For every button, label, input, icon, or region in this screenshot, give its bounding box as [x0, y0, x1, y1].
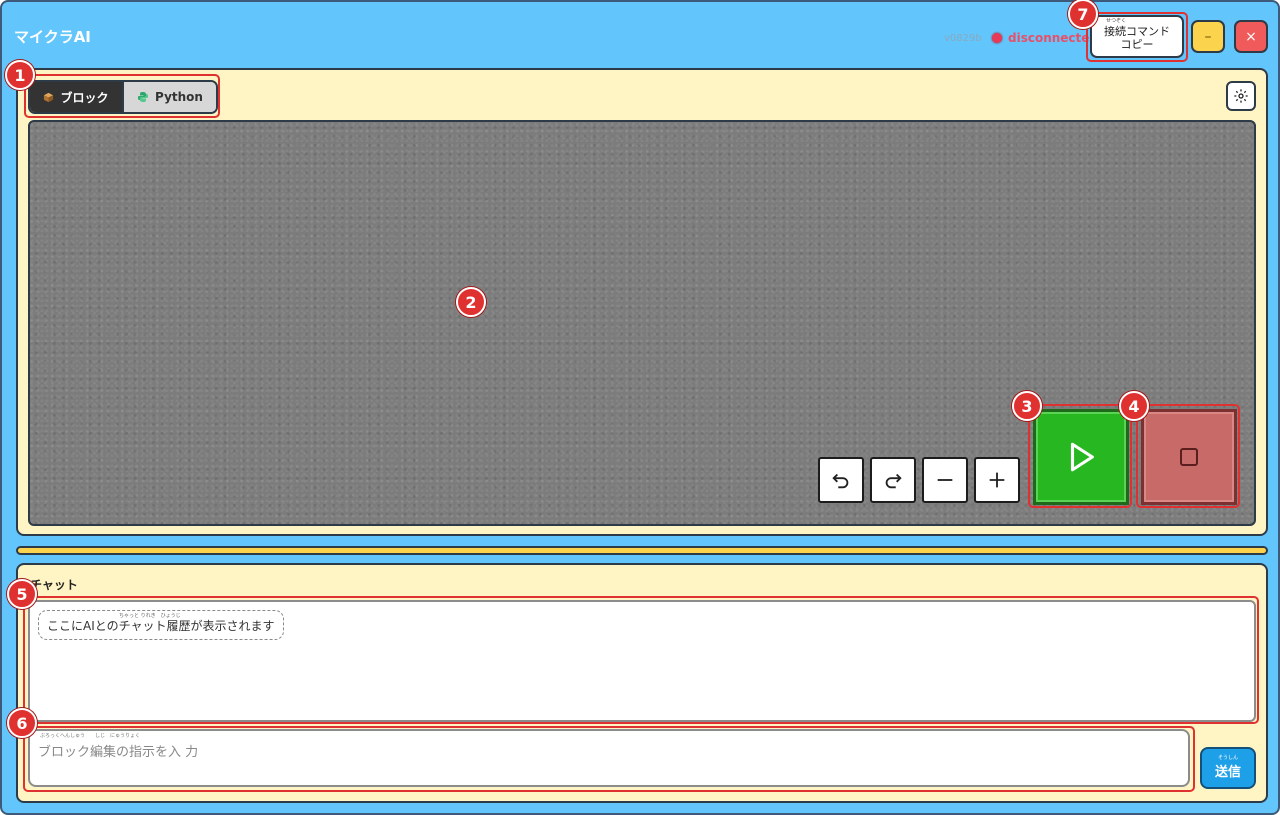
tab-block[interactable]: ブロック [30, 82, 122, 112]
status-dot-icon [992, 33, 1002, 43]
play-icon [1070, 442, 1094, 472]
chat-history: ちゃっと りれき ひょうじ ここにAIとのチャット履歴が表示されます [28, 600, 1256, 722]
copy-command-ruby: せつぞく [1106, 18, 1127, 24]
send-label: 送信 [1214, 765, 1241, 780]
close-button[interactable]: × [1234, 20, 1268, 53]
settings-button[interactable] [1226, 81, 1256, 111]
plus-icon [989, 472, 1005, 488]
chat-panel: チャット ちゃっと りれき ひょうじ ここにAIとのチャット履歴が表示されます … [16, 563, 1268, 803]
annotation-badge-3: 3 [1012, 391, 1042, 421]
send-button[interactable]: そうしん 送信 [1200, 747, 1256, 789]
panel-resize-handle[interactable] [16, 546, 1268, 555]
chat-history-placeholder: ちゃっと りれき ひょうじ ここにAIとのチャット履歴が表示されます [38, 610, 284, 640]
copy-connect-command-button[interactable]: せつぞく 接続コマンド コピー [1090, 15, 1184, 58]
minimize-button[interactable]: – [1191, 20, 1225, 53]
chat-input[interactable] [28, 729, 1190, 787]
mode-toggle: ブロック Python [28, 80, 218, 114]
redo-icon [885, 473, 902, 489]
tab-python-label: Python [155, 90, 203, 104]
python-icon [138, 92, 149, 102]
stop-icon [1180, 448, 1198, 466]
redo-button[interactable] [870, 457, 916, 503]
copy-command-label-line2: コピー [1120, 37, 1154, 51]
annotation-badge-6: 6 [7, 708, 37, 738]
chat-history-placeholder-text: ここにAIとのチャット履歴が表示されます [47, 618, 275, 633]
block-workspace[interactable] [28, 120, 1256, 526]
chat-history-ruby: ちゃっと りれき ひょうじ [119, 613, 181, 619]
annotation-badge-4: 4 [1119, 391, 1149, 421]
zoom-out-button[interactable] [922, 457, 968, 503]
minus-icon [937, 479, 953, 481]
annotation-badge-5: 5 [7, 579, 37, 609]
stop-button[interactable] [1141, 409, 1237, 505]
version-label: v0829b [944, 33, 982, 44]
tab-python[interactable]: Python [122, 82, 216, 112]
run-button[interactable] [1033, 409, 1129, 505]
annotation-badge-7: 7 [1068, 0, 1098, 29]
connection-status: disconnected [992, 31, 1098, 45]
annotation-badge-2: 2 [456, 287, 486, 317]
app-window: マイクラAI v0829b disconnected せつぞく 接続コマンド コ… [0, 0, 1280, 815]
zoom-in-button[interactable] [974, 457, 1020, 503]
cube-icon [44, 92, 54, 102]
undo-button[interactable] [818, 457, 864, 503]
gear-icon [1234, 89, 1248, 103]
editor-panel: ブロック Python [16, 68, 1268, 536]
status-text: disconnected [1008, 31, 1099, 45]
copy-command-label-line1: 接続コマンド [1104, 24, 1170, 38]
tab-block-label: ブロック [60, 90, 109, 105]
annotation-badge-1: 1 [5, 60, 35, 90]
app-title: マイクラAI [14, 28, 91, 46]
chat-title: チャット [30, 578, 78, 592]
chat-input-ruby: ぶろっくへんしゅう しじ にゅうりょく [40, 733, 141, 739]
undo-icon [832, 473, 849, 489]
